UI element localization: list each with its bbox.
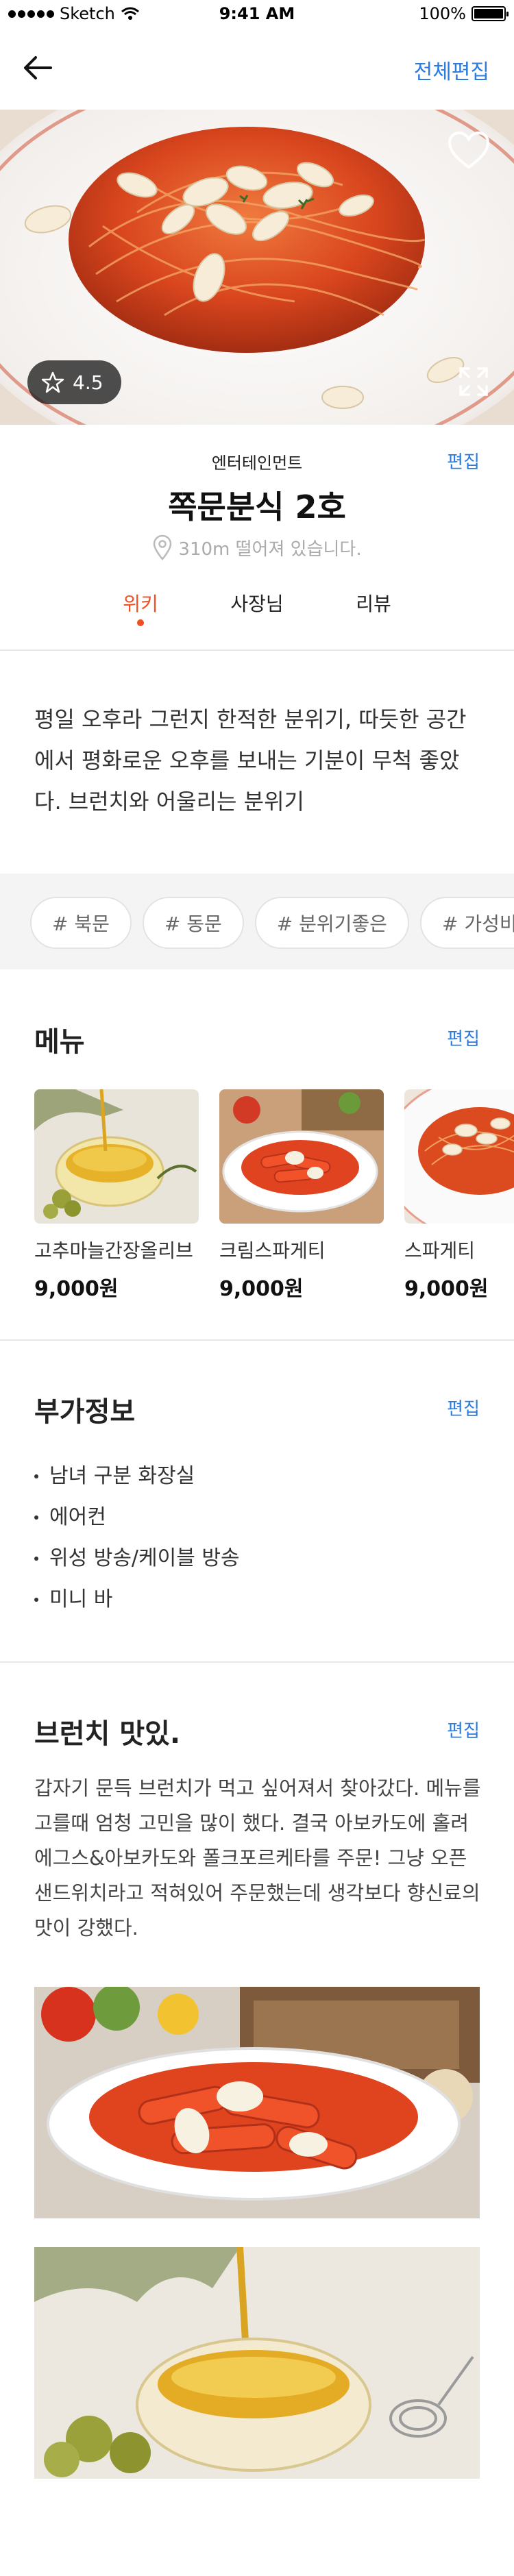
tag-chip[interactable]: # 가성비 [419, 897, 514, 949]
menu-item-name: 스파게티 [404, 1239, 476, 1262]
amenity-item: 에어컨 [34, 1497, 240, 1538]
menu-item[interactable]: 크림스파게티 9,000원 [219, 1089, 384, 1302]
star-icon [41, 371, 64, 393]
section-divider [0, 1661, 514, 1663]
tab-reviews-label: 리뷰 [356, 593, 391, 615]
active-tab-indicator [137, 619, 144, 626]
tab-owner[interactable]: 사장님 [199, 589, 315, 630]
tab-wiki[interactable]: 위키 [82, 589, 199, 630]
battery-icon [472, 6, 509, 21]
back-arrow-icon[interactable] [21, 51, 55, 85]
tab-bar: 위키 사장님 리뷰 [0, 589, 514, 630]
review-photo[interactable] [34, 2247, 480, 2479]
menu-item[interactable]: 고추마늘간장올리브 9,000원 [34, 1089, 199, 1302]
menu-edit-button[interactable]: 편집 [447, 1025, 480, 1050]
tab-wiki-label: 위키 [123, 593, 158, 615]
rating-value: 4.5 [73, 371, 103, 394]
hero-photo: 4.5 [0, 110, 514, 425]
tag-chip[interactable]: # 동문 [142, 897, 244, 949]
review-text: 갑자기 문득 브런치가 먹고 싶어져서 찾아갔다. 메뉴를 고를때 엄청 고민을… [34, 1776, 481, 1940]
section-divider [0, 1339, 514, 1341]
tag-chip[interactable]: # 북문 [30, 897, 132, 949]
menu-item-name: 크림스파게티 [219, 1239, 326, 1262]
menu-item[interactable]: 스파게티 9,000원 [404, 1089, 514, 1302]
extra-info-title: 부가정보 [34, 1396, 136, 1428]
extra-info-edit-button[interactable]: 편집 [447, 1395, 480, 1420]
status-bar: Sketch 9:41 AM 100% [0, 0, 514, 27]
place-info: 엔터테인먼트 편집 쪽문분식 2호 310m 떨어져 있습니다. 위키 사장님 … [0, 425, 514, 651]
menu-item-photo [219, 1089, 384, 1224]
menu-item-price: 9,000원 [34, 1277, 119, 1301]
place-name: 쪽문분식 2호 [168, 488, 346, 525]
menu-item-price: 9,000원 [404, 1277, 489, 1301]
review-edit-button[interactable]: 편집 [447, 1717, 480, 1742]
tag-bar: # 북문 # 동문 # 분위기좋은 # 가성비 [0, 874, 514, 969]
distance-text: 310m 떨어져 있습니다. [178, 538, 362, 560]
tab-owner-label: 사장님 [230, 593, 284, 615]
menu-section-title: 메뉴 [34, 1026, 85, 1058]
battery-label: 100% [419, 4, 466, 23]
favorite-heart-icon[interactable] [447, 130, 491, 171]
location-pin-icon [154, 534, 172, 560]
place-category: 엔터테인먼트 [211, 454, 303, 473]
expand-icon[interactable] [458, 366, 489, 397]
distance-row: 310m 떨어져 있습니다. [0, 534, 514, 560]
place-description: 평일 오후라 그런지 한적한 분위기, 따듯한 공간에서 평화로운 오후를 보내… [34, 706, 467, 815]
top-nav: 전체편집 [0, 27, 514, 110]
menu-item-price: 9,000원 [219, 1277, 304, 1301]
amenity-item: 미니 바 [34, 1579, 240, 1620]
amenities-list: 남녀 구분 화장실 에어컨 위성 방송/케이블 방송 미니 바 [34, 1456, 240, 1620]
rating-badge: 4.5 [27, 360, 121, 404]
review-photo[interactable] [34, 1987, 480, 2218]
amenity-item: 위성 방송/케이블 방송 [34, 1538, 240, 1579]
tag-chip[interactable]: # 분위기좋은 [254, 897, 409, 949]
review-title: 브런치 맛있. [34, 1718, 181, 1750]
tab-reviews[interactable]: 리뷰 [315, 589, 432, 630]
menu-item-photo [34, 1089, 199, 1224]
menu-item-name: 고추마늘간장올리브 [34, 1239, 193, 1262]
place-edit-button[interactable]: 편집 [447, 448, 480, 473]
edit-all-button[interactable]: 전체편집 [414, 55, 489, 85]
amenity-item: 남녀 구분 화장실 [34, 1456, 240, 1497]
menu-item-photo [404, 1089, 514, 1224]
